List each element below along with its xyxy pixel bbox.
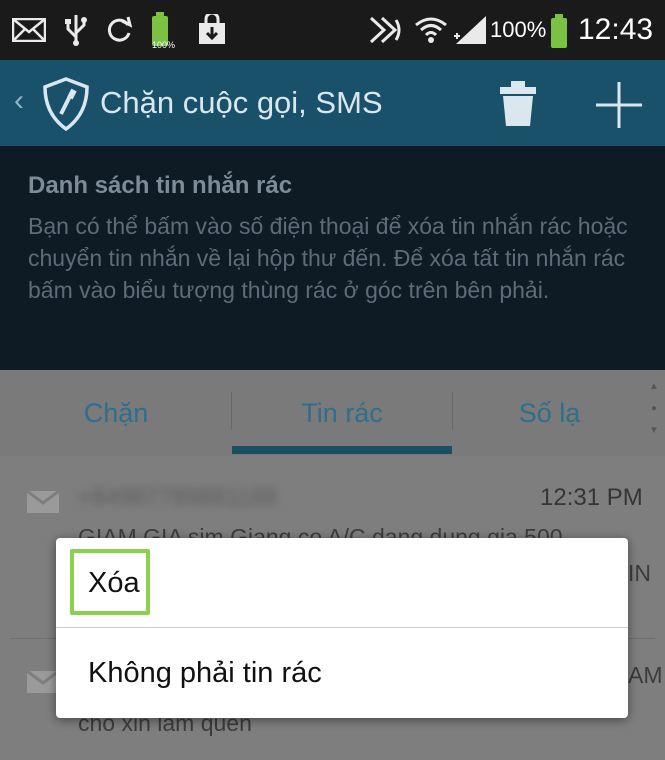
message-icon	[26, 669, 60, 694]
message-icon	[26, 489, 60, 514]
plus-icon[interactable]	[594, 80, 644, 130]
clock: 12:43	[578, 13, 654, 46]
shopping-bag-icon	[196, 0, 228, 60]
highlight-box	[70, 549, 150, 615]
tab-divider	[452, 392, 453, 430]
message-time: 12:31 PM	[540, 484, 643, 511]
trash-icon[interactable]	[496, 80, 540, 128]
tab-scroll-indicator[interactable]: ▲ ● ▼	[646, 376, 662, 444]
back-chevron-icon[interactable]: ‹	[14, 84, 24, 118]
not-spam-option[interactable]: Không phải tin rác	[56, 628, 628, 718]
info-description: Bạn có thể bấm vào số điện thoại để xóa …	[28, 213, 628, 303]
sender-number: +84987789881188	[78, 484, 278, 511]
message-tail: AM	[628, 662, 663, 688]
info-panel: Danh sách tin nhắn rác Bạn có thể bấm và…	[0, 146, 665, 370]
tab-bar: Chặn Tin rác Số lạ	[0, 370, 665, 456]
tab-selected-indicator	[232, 446, 452, 454]
battery-icon	[551, 14, 567, 48]
action-bar: ‹ Chặn cuộc gọi, SMS	[0, 60, 665, 146]
page-title: Chặn cuộc gọi, SMS	[100, 85, 383, 120]
sync-icon	[104, 0, 134, 60]
tab-divider	[231, 392, 232, 430]
message-tail: IN	[628, 560, 651, 586]
mail-icon	[12, 0, 46, 60]
status-bar: 100% 100% 12:43	[0, 0, 665, 60]
battery-percent: 100%	[490, 17, 547, 42]
tab-chan[interactable]: Chặn	[0, 370, 232, 456]
battery-small-label: 100%	[152, 40, 176, 50]
usb-icon	[64, 0, 88, 60]
nfc-icon	[368, 0, 404, 60]
shield-icon[interactable]	[40, 76, 92, 132]
wifi-icon	[414, 0, 448, 60]
tab-tin-rac[interactable]: Tin rác	[232, 370, 452, 456]
info-title: Danh sách tin nhắn rác	[28, 172, 293, 199]
signal-icon	[452, 0, 488, 60]
tab-so-la[interactable]: Số lạ	[452, 370, 647, 456]
